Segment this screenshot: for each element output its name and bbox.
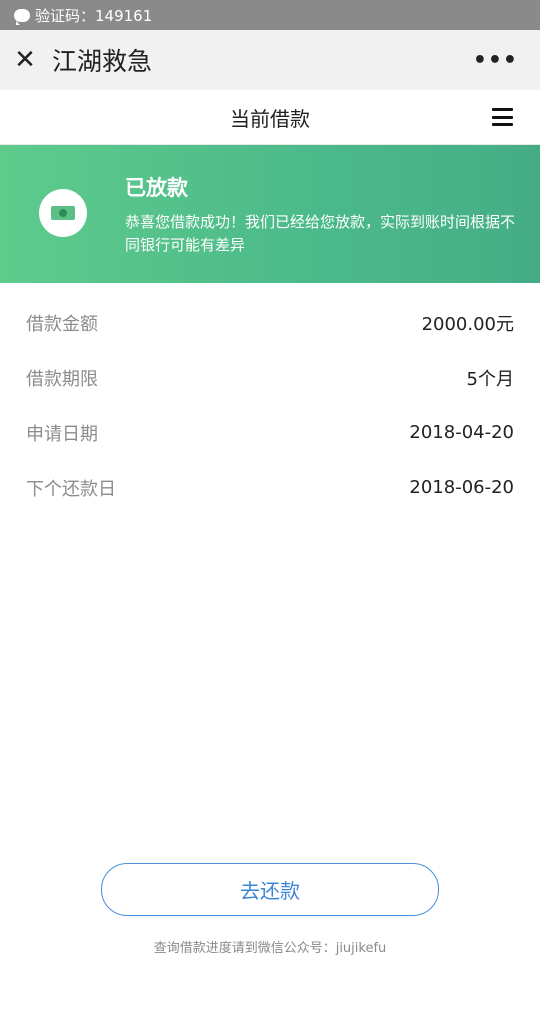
footer-note: 查询借款进度请到微信公众号：jiujikefu bbox=[153, 941, 387, 956]
detail-value: 2000.00元 bbox=[421, 313, 514, 335]
status-title: 已放款 bbox=[125, 176, 188, 200]
detail-row-apply-date: 申请日期 2018-04-20 bbox=[0, 405, 540, 460]
detail-label: 借款金额 bbox=[26, 313, 98, 335]
detail-label: 下个还款日 bbox=[26, 478, 116, 500]
hamburger-menu-icon[interactable] bbox=[492, 108, 513, 126]
detail-row-amount: 借款金额 2000.00元 bbox=[0, 295, 540, 350]
detail-value: 2018-04-20 bbox=[409, 422, 514, 443]
detail-label: 申请日期 bbox=[26, 423, 98, 445]
page-header: 当前借款 bbox=[0, 90, 540, 145]
detail-label: 借款期限 bbox=[26, 368, 98, 390]
status-message: 恭喜您借款成功！我们已经给您放款，实际到账时间根据不同银行可能有差异 bbox=[125, 213, 516, 254]
notification-text: 验证码：149161 bbox=[35, 6, 153, 25]
close-icon[interactable]: ✕ bbox=[0, 30, 50, 90]
detail-row-next-repay: 下个还款日 2018-06-20 bbox=[0, 460, 540, 515]
page-title: 当前借款 bbox=[230, 106, 310, 131]
notification-bar[interactable]: 验证码：149161 bbox=[0, 0, 540, 30]
repay-button[interactable]: 去还款 bbox=[101, 863, 439, 916]
loan-details: 借款金额 2000.00元 借款期限 5个月 申请日期 2018-04-20 下… bbox=[0, 295, 540, 515]
status-banner: 已放款 恭喜您借款成功！我们已经给您放款，实际到账时间根据不同银行可能有差异 bbox=[0, 145, 540, 283]
detail-row-term: 借款期限 5个月 bbox=[0, 350, 540, 405]
message-bubble-icon bbox=[14, 8, 30, 25]
more-dots-icon[interactable]: ••• bbox=[473, 30, 518, 90]
detail-value: 2018-06-20 bbox=[409, 477, 514, 498]
app-title-bar: ✕ 江湖救急 ••• bbox=[0, 30, 540, 90]
detail-value: 5个月 bbox=[466, 368, 514, 390]
app-title: 江湖救急 bbox=[52, 47, 153, 76]
cash-icon bbox=[39, 189, 87, 237]
